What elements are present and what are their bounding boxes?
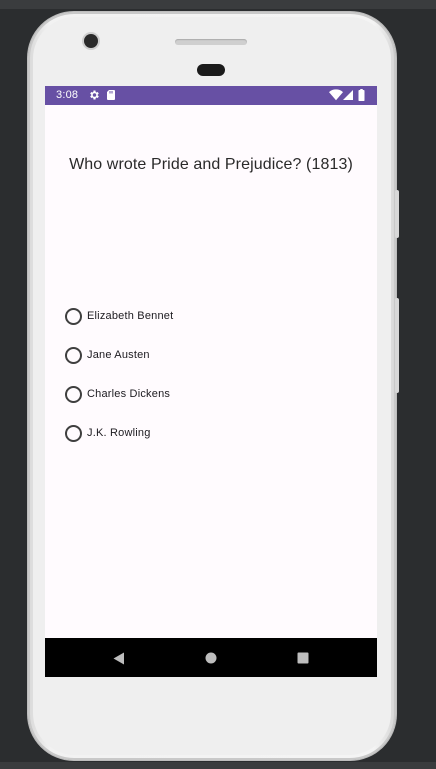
back-icon[interactable] bbox=[111, 650, 127, 666]
volume-button bbox=[395, 190, 399, 238]
window-bottom-strip bbox=[0, 762, 436, 769]
option-label: Elizabeth Bennet bbox=[87, 310, 174, 322]
status-time: 3:08 bbox=[56, 89, 79, 101]
radio-button[interactable] bbox=[65, 424, 82, 442]
option-jane-austen[interactable]: Jane Austen bbox=[65, 343, 150, 367]
option-label: Charles Dickens bbox=[87, 388, 171, 400]
proximity-sensor bbox=[197, 64, 225, 76]
battery-icon bbox=[358, 89, 365, 101]
window-top-strip bbox=[0, 0, 436, 9]
navigation-bar bbox=[45, 638, 377, 677]
option-jk-rowling[interactable]: J.K. Rowling bbox=[65, 421, 151, 445]
radio-button[interactable] bbox=[65, 307, 82, 325]
earpiece-speaker bbox=[175, 39, 247, 45]
radio-button[interactable] bbox=[65, 346, 82, 364]
option-elizabeth-bennet[interactable]: Elizabeth Bennet bbox=[65, 304, 173, 328]
option-charles-dickens[interactable]: Charles Dickens bbox=[65, 382, 170, 406]
option-label: J.K. Rowling bbox=[87, 427, 151, 439]
home-icon[interactable] bbox=[203, 650, 219, 666]
app-screen: 3:08 Who wrote Pride and Prejudice? (181… bbox=[45, 86, 377, 677]
recents-icon[interactable] bbox=[295, 650, 311, 666]
power-button bbox=[395, 298, 399, 393]
radio-button[interactable] bbox=[65, 385, 82, 403]
sd-card-icon bbox=[107, 90, 115, 100]
option-label: Jane Austen bbox=[87, 349, 150, 361]
signal-icon bbox=[343, 90, 353, 100]
question-text: Who wrote Pride and Prejudice? (1813) bbox=[69, 156, 353, 173]
front-camera bbox=[84, 34, 98, 48]
settings-icon bbox=[90, 90, 99, 100]
wifi-icon bbox=[329, 89, 343, 101]
status-bar: 3:08 bbox=[45, 86, 377, 105]
